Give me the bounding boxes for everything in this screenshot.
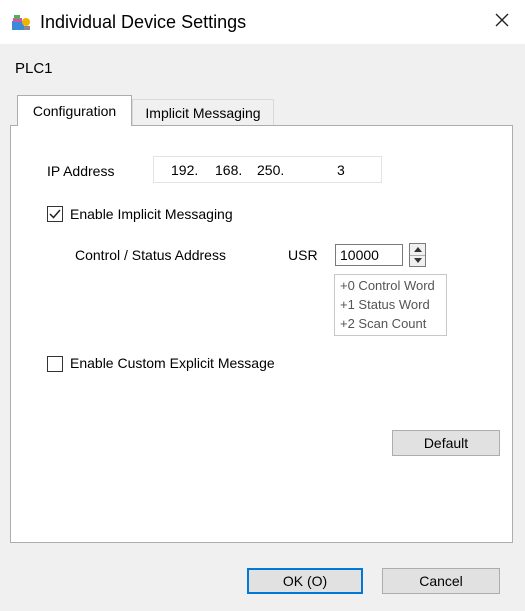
close-button[interactable] bbox=[479, 0, 525, 44]
enable-implicit-messaging-checkbox[interactable] bbox=[47, 206, 63, 222]
checkmark-icon bbox=[49, 209, 61, 219]
address-spinner[interactable] bbox=[409, 243, 426, 267]
control-status-address-label: Control / Status Address bbox=[75, 247, 226, 263]
address-mapping-list: +0 Control Word +1 Status Word +2 Scan C… bbox=[334, 274, 447, 336]
arrow-up-icon bbox=[413, 247, 422, 252]
usr-prefix-label: USR bbox=[288, 247, 318, 263]
cancel-button[interactable]: Cancel bbox=[382, 568, 500, 594]
tab-implicit-messaging[interactable]: Implicit Messaging bbox=[132, 99, 274, 126]
close-icon bbox=[494, 12, 510, 33]
ip-octet-2: 168. bbox=[215, 162, 243, 178]
ip-octet-3: 250. bbox=[257, 162, 285, 178]
control-status-address-input[interactable]: 10000 bbox=[335, 244, 403, 266]
tab-configuration[interactable]: Configuration bbox=[17, 95, 132, 126]
device-name: PLC1 bbox=[15, 60, 53, 77]
window-title: Individual Device Settings bbox=[40, 12, 247, 32]
list-item: +1 Status Word bbox=[340, 297, 430, 312]
ip-octet-4: 3 bbox=[337, 162, 345, 178]
spin-down-button[interactable] bbox=[410, 255, 425, 266]
default-button[interactable]: Default bbox=[392, 430, 500, 456]
ip-address-label: IP Address bbox=[47, 163, 115, 179]
arrow-down-icon bbox=[413, 258, 422, 263]
ok-button[interactable]: OK (O) bbox=[247, 568, 363, 594]
title-bar: Individual Device Settings bbox=[0, 0, 525, 44]
ip-octet-1: 192. bbox=[171, 162, 199, 178]
list-item: +0 Control Word bbox=[340, 278, 435, 293]
enable-custom-explicit-label[interactable]: Enable Custom Explicit Message bbox=[70, 355, 275, 371]
list-item: +2 Scan Count bbox=[340, 316, 427, 331]
enable-custom-explicit-checkbox[interactable] bbox=[47, 356, 63, 372]
ip-address-input[interactable]: 192. 168. 250. 3 bbox=[153, 156, 382, 183]
settings-app-icon bbox=[11, 14, 31, 32]
enable-implicit-messaging-label[interactable]: Enable Implicit Messaging bbox=[70, 206, 233, 222]
